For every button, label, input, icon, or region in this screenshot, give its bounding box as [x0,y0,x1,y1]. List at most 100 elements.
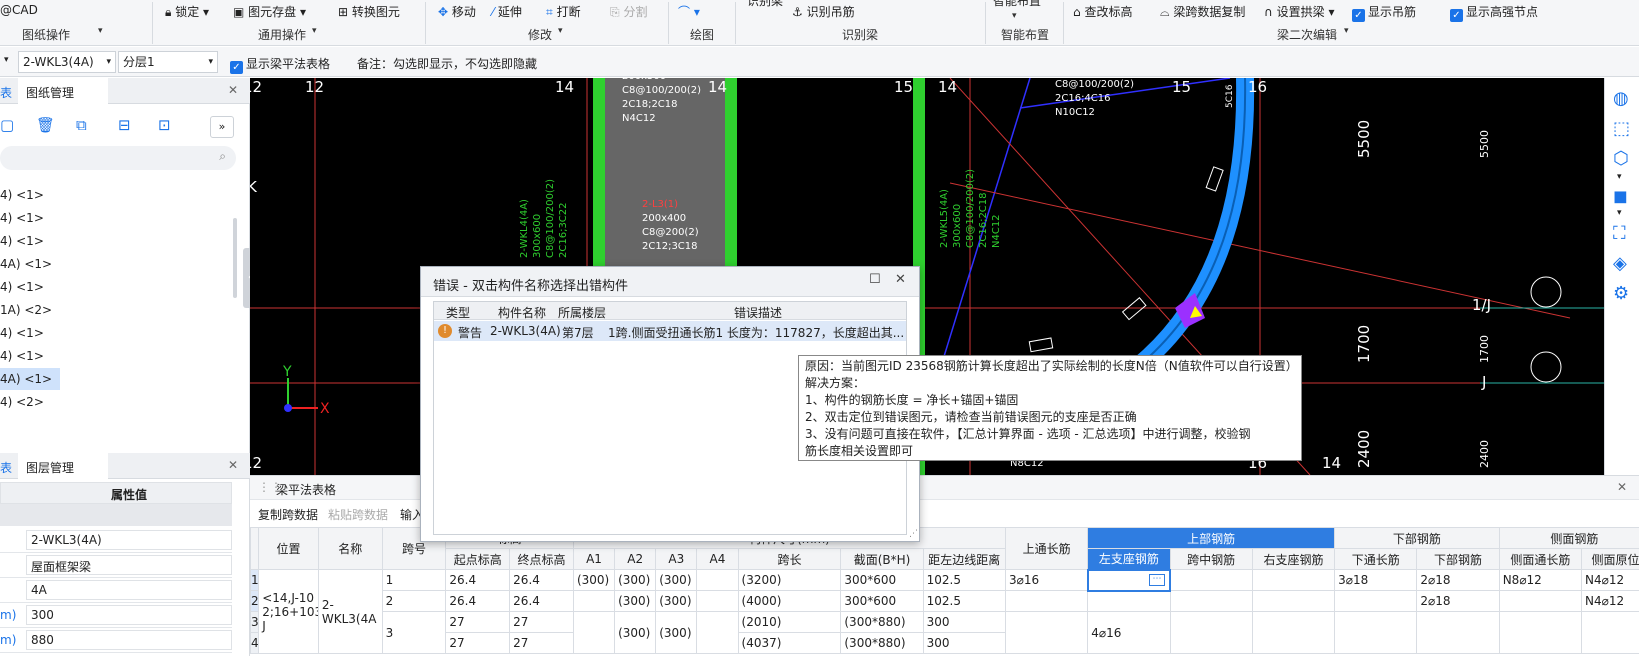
split-button[interactable]: ⎘ 分割 [610,3,647,20]
header-bottom: 下部钢筋 [1334,527,1500,549]
cube-filled-icon[interactable]: ◼ [1613,186,1628,207]
chevron-down-icon[interactable]: ▾ [1012,11,1017,21]
axis-label: 14 [555,78,575,96]
close-icon[interactable]: ✕ [228,83,238,97]
property-value-field[interactable]: 880 [26,630,232,650]
break-icon: ⌗ [546,5,553,19]
chevron-down-icon[interactable]: ▾ [558,26,563,36]
property-value-field[interactable]: 2-WKL3(4A) [26,530,232,550]
globe-icon[interactable]: ◍ [1613,88,1629,109]
copy-icon[interactable]: ⧉ [76,116,87,134]
close-icon[interactable]: ✕ [895,272,906,287]
more-tools-button[interactable]: » [210,116,234,138]
dimension-text: 1700 [1478,335,1491,363]
resize-grip-icon[interactable]: ⋰ [909,529,918,539]
search-icon: ⌕ [219,149,226,163]
check-elevation-button[interactable]: ⌂ 查改标高 [1073,3,1132,20]
set-arch-beam-button[interactable]: ∩ 设置拱梁 ▾ [1264,3,1334,20]
copy-span-data-button[interactable]: ⌓ 梁跨数据复制 [1160,3,1245,20]
close-icon[interactable]: ✕ [1617,480,1627,494]
checkbox-checked-icon: ✓ [1352,9,1365,22]
position-cell[interactable]: <14,J-10 2;16+103 J [258,569,319,654]
show-beam-table-checkbox[interactable]: ✓ 显示梁平法表格 [230,55,330,74]
scrollbar-thumb[interactable] [233,218,237,298]
split-drawing-icon[interactable]: ⊟ [118,116,131,134]
break-button[interactable]: ⌗ 打断 [546,3,581,20]
tree-item[interactable]: 4) <1> [0,322,44,344]
fullscreen-icon[interactable]: ⛶ [1613,223,1626,244]
drawing-search-input[interactable]: ⌕ [0,146,236,170]
split-icon: ⎘ [610,5,620,19]
copy-span-button[interactable]: 复制跨数据 [258,506,318,523]
property-panel: 表 图层管理 ✕ 属性值 2-WKL3(4A) 屋面框架梁 4A m) 300 … [0,453,250,656]
more-icon[interactable]: ⋯ [1149,573,1166,586]
chevron-down-icon[interactable]: ▾ [98,26,103,36]
tab-layer-management[interactable]: 图层管理 [18,453,108,479]
save-element-button[interactable]: ▣ 图元存盘 ▾ [233,3,306,20]
show-high-node-checkbox[interactable]: ✓ 显示高强节点 [1450,3,1538,22]
delete-icon[interactable]: 🗑︎ [36,116,55,134]
layer-view-icon[interactable]: ◈ [1613,253,1627,274]
3d-view-icon[interactable]: ⬚ [1613,118,1630,139]
tree-item[interactable]: 4) <1> [0,345,44,367]
show-hanger-checkbox[interactable]: ✓ 显示吊筋 [1352,3,1416,22]
tree-item[interactable]: 4A) <1> [0,253,52,275]
tree-item[interactable]: 4) <2> [0,391,44,413]
recognize-hanger-button[interactable]: ⚓︎ 识别吊筋 [792,3,855,20]
table-row[interactable]: 2 2 26.4 26.4 (300) (300) (4000) 300*600… [249,590,1639,612]
beam-select[interactable]: 2-WKL3(4A) ▾ [18,51,116,73]
close-icon[interactable]: ✕ [228,458,238,472]
settings-view-icon[interactable]: ⚙︎ [1613,283,1629,304]
add-drawing-icon[interactable]: ▢ [0,116,14,134]
tree-item-selected[interactable]: 4A) <1> [0,368,60,390]
name-cell[interactable]: 2- WKL3(4A [317,569,383,654]
beam-table-title: 梁平法表格 [276,483,337,497]
lock-button[interactable]: 🔒︎ 锁定 ▾ [165,3,209,20]
chevron-down-icon[interactable]: ▾ [312,26,317,36]
header-position: 位置 [258,527,319,570]
extend-button[interactable]: ⁄ 延伸 [492,3,522,20]
maximize-icon[interactable]: ☐ [869,272,881,287]
locate-drawing-icon[interactable]: ⊡ [158,116,171,134]
property-value-field[interactable]: 4A [26,580,232,600]
hanger-icon: ⚓︎ [792,5,803,19]
cube-icon[interactable]: ⬡ [1613,148,1629,169]
checkbox-checked-icon: ✓ [230,61,243,74]
paste-span-button[interactable]: 粘贴跨数据 [328,506,388,523]
recognize-beam-button[interactable]: 识别梁 [747,0,783,9]
beam-annotation: 2-L3(1) 200x400 C8@200(2) 2C12;3C18 [642,199,699,252]
column-layer: 所属楼层 [558,306,607,320]
tab-property[interactable]: 表 [0,459,12,476]
tree-item[interactable]: 4) <1> [0,230,44,252]
tree-item[interactable]: 4) <1> [0,184,44,206]
convert-element-button[interactable]: ⊞ 转换图元 [338,3,400,20]
tab-drawing-management[interactable]: 图纸管理 [18,78,108,104]
axis-label: 14 [938,78,958,96]
chevron-down-icon[interactable]: ▾ [1344,26,1349,36]
property-value-header: 属性值 [111,488,148,502]
table-row[interactable]: 3 3 27 27 (300) (300) (2010) (300*880) 3… [249,611,1639,654]
chevron-down-icon: ▾ [208,57,213,67]
tree-item[interactable]: 1A) <2> [0,299,52,321]
chevron-down-icon[interactable]: ▾ [4,55,9,65]
left-support-input[interactable]: ⋯ [1086,568,1172,592]
svg-text:X: X [320,401,330,417]
app-label: @CAD [0,3,38,17]
error-row[interactable]: ! 警告 2-WKL3(4A) 第7层 1跨.侧面受扭通长筋1 长度为：1178… [434,321,906,341]
chevron-down-icon[interactable]: ▾ [1617,172,1622,182]
chevron-down-icon: ▾ [106,57,111,67]
property-value-field[interactable]: 300 [26,605,232,625]
arc-draw-button[interactable]: ⌒ ▾ [678,3,700,20]
property-value-field[interactable]: 屋面框架梁 [26,555,232,575]
layer-select[interactable]: 分层1 ▾ [118,51,218,73]
tree-item[interactable]: 4) <1> [0,276,44,298]
table-row[interactable]: 1 <14,J-10 2;16+103 J 2- WKL3(4A 1 26.4 … [249,568,1639,654]
tab-table[interactable]: 表 [0,84,12,101]
beam-annotation: 2-WKL4(4A) 300x600 C8@100/200(2) 2C16;3C22 [519,178,569,258]
axis-label: 15 [1172,78,1192,96]
chevron-down-icon[interactable]: ▾ [1617,208,1622,218]
move-button[interactable]: ✥ 移动 [438,3,476,20]
smart-layout-button[interactable]: 智能布置 [993,0,1041,9]
tree-item[interactable]: 4) <1> [0,207,44,229]
drawing-panel: 表 图纸管理 ✕ ▢ 🗑︎ ⧉ ⊟ ⊡ » ⌕ 4) <1> 4) <1> 4)… [0,78,257,453]
